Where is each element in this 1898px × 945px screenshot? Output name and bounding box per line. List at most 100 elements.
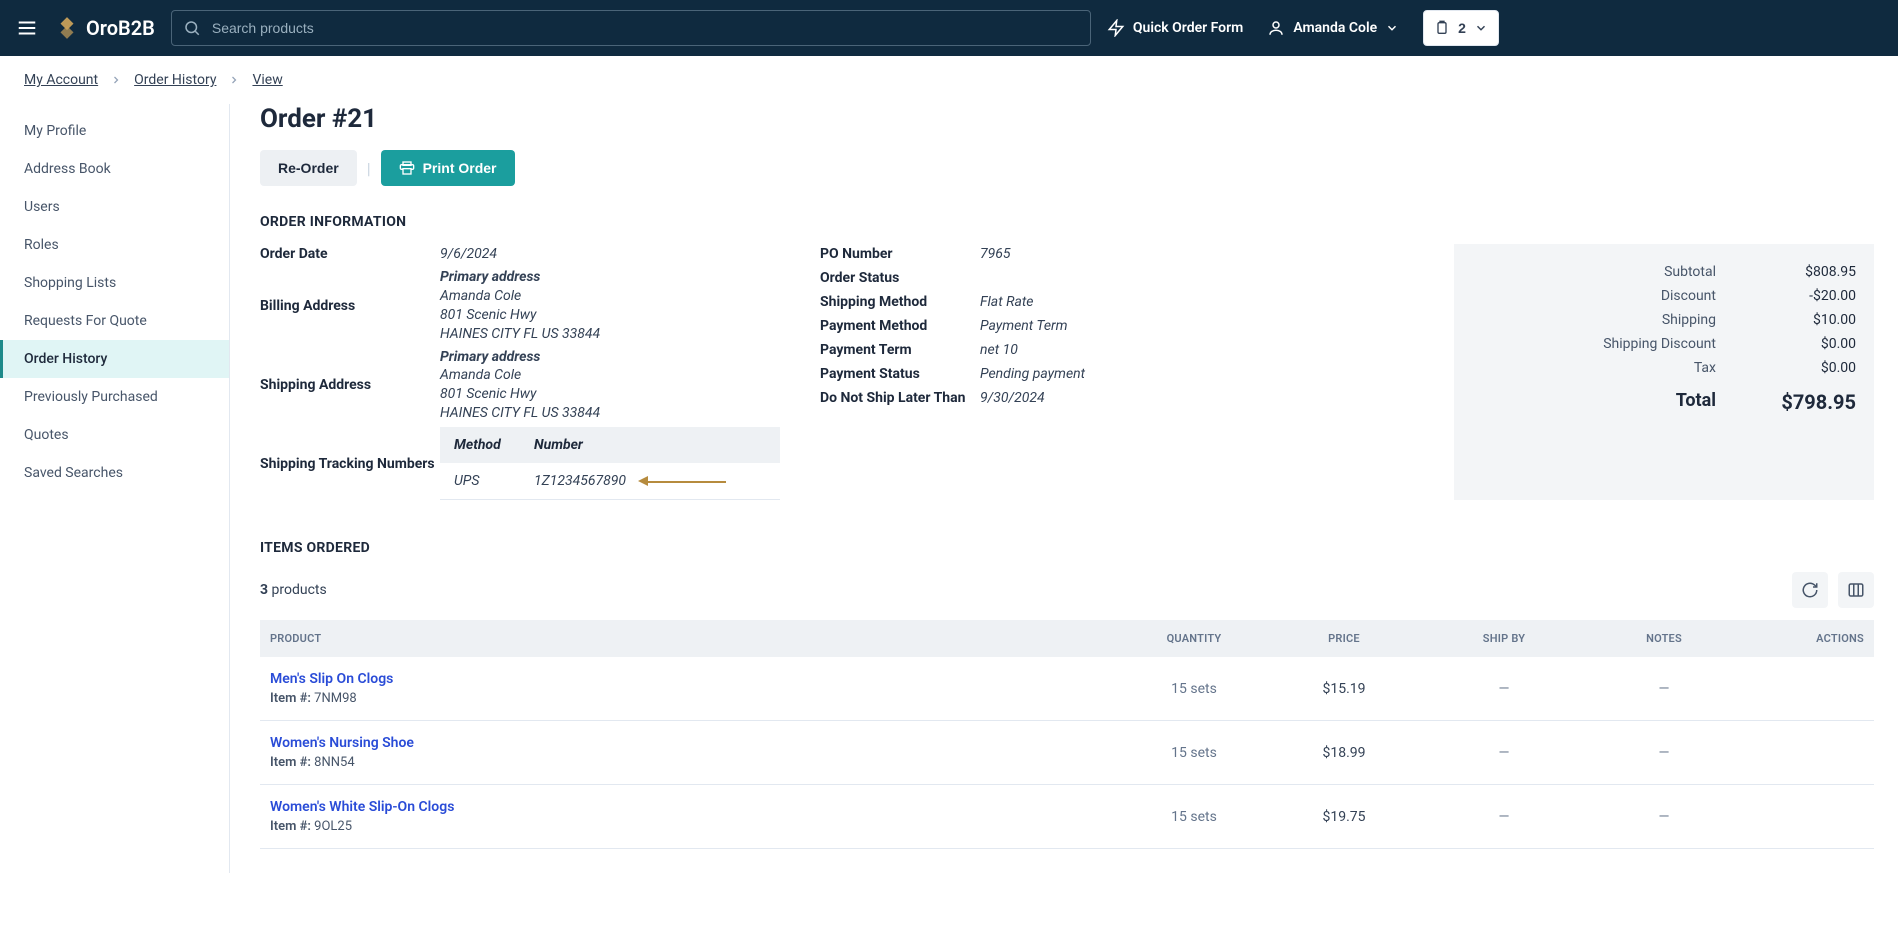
order-date-label: Order Date: [260, 244, 440, 264]
action-separator: |: [367, 159, 371, 178]
sidebar-item[interactable]: Quotes: [0, 416, 229, 454]
search-input[interactable]: [171, 10, 1091, 46]
order-status-value: [980, 268, 1085, 288]
sidebar-nav: My ProfileAddress BookUsersRolesShopping…: [0, 104, 230, 873]
th-price: PRICE: [1264, 632, 1424, 645]
app-header: OroB2B Quick Order Form Amanda Cole: [0, 0, 1898, 56]
address-line2: HAINES CITY FL US 33844: [440, 404, 780, 423]
breadcrumb-item[interactable]: Order History: [134, 72, 216, 88]
user-name: Amanda Cole: [1293, 20, 1377, 36]
th-quantity: QUANTITY: [1124, 632, 1264, 645]
items-count: 3 products: [260, 582, 327, 598]
totals-panel: Subtotal$808.95 Discount-$20.00 Shipping…: [1454, 244, 1874, 500]
sidebar-item[interactable]: Order History: [0, 340, 229, 378]
user-menu[interactable]: Amanda Cole: [1267, 19, 1399, 37]
order-date-value: 9/6/2024: [440, 244, 780, 264]
items-table: PRODUCT QUANTITY PRICE SHIP BY NOTES ACT…: [260, 620, 1874, 849]
shipping-discount-value: $0.00: [1776, 336, 1856, 352]
lightning-icon: [1107, 19, 1125, 37]
tracking-method: UPS: [454, 473, 534, 489]
tracking-number: 1Z1234567890: [534, 473, 626, 489]
address-line1: 801 Scenic Hwy: [440, 385, 780, 404]
brand-logo[interactable]: OroB2B: [54, 15, 155, 41]
payment-status-label: Payment Status: [820, 364, 980, 384]
menu-icon[interactable]: [16, 17, 38, 39]
refresh-button[interactable]: [1792, 572, 1828, 608]
columns-icon: [1847, 581, 1865, 599]
shipping-total-label: Shipping: [1472, 312, 1716, 328]
address-line2: HAINES CITY FL US 33844: [440, 325, 780, 344]
product-sku: Item #: 7NM98: [270, 691, 1124, 706]
subtotal-value: $808.95: [1776, 264, 1856, 280]
qty-cell: 15 sets: [1124, 681, 1264, 697]
print-order-button[interactable]: Print Order: [381, 150, 515, 186]
tax-label: Tax: [1472, 360, 1716, 376]
notes-cell: —: [1584, 681, 1744, 697]
shipping-method-label: Shipping Method: [820, 292, 980, 312]
quick-order-link[interactable]: Quick Order Form: [1107, 19, 1243, 37]
sidebar-item[interactable]: Previously Purchased: [0, 378, 229, 416]
order-information: Order Date 9/6/2024 Billing Address Prim…: [260, 244, 1874, 500]
chevron-right-icon: [110, 74, 122, 86]
th-notes: NOTES: [1584, 632, 1744, 645]
sidebar-item[interactable]: Roles: [0, 226, 229, 264]
payment-status-value: Pending payment: [980, 364, 1085, 384]
ship-by-cell: —: [1424, 681, 1584, 697]
columns-button[interactable]: [1838, 572, 1874, 608]
product-link[interactable]: Women's Nursing Shoe: [270, 735, 1124, 751]
qty-cell: 15 sets: [1124, 809, 1264, 825]
product-link[interactable]: Women's White Slip-On Clogs: [270, 799, 1124, 815]
sidebar-item[interactable]: Users: [0, 188, 229, 226]
cart-button[interactable]: 2: [1423, 10, 1499, 46]
table-row: Men's Slip On Clogs Item #: 7NM9815 sets$…: [260, 657, 1874, 721]
shipping-method-value: Flat Rate: [980, 292, 1085, 312]
shipping-total-value: $10.00: [1776, 312, 1856, 328]
qty-cell: 15 sets: [1124, 745, 1264, 761]
user-icon: [1267, 19, 1285, 37]
price-cell: $15.19: [1264, 681, 1424, 697]
discount-value: -$20.00: [1776, 288, 1856, 304]
sidebar-item[interactable]: Address Book: [0, 150, 229, 188]
page-actions: Re-Order | Print Order: [260, 150, 1874, 186]
brand-icon: [54, 15, 80, 41]
breadcrumb-item[interactable]: View: [252, 72, 282, 88]
payment-term-label: Payment Term: [820, 340, 980, 360]
address-name: Amanda Cole: [440, 366, 780, 385]
th-product: PRODUCT: [270, 632, 1124, 645]
shipping-address-label: Shipping Address: [260, 375, 440, 395]
address-title: Primary address: [440, 268, 780, 287]
total-value: $798.95: [1776, 390, 1856, 414]
cart-count: 2: [1458, 20, 1466, 36]
tax-value: $0.00: [1776, 360, 1856, 376]
reorder-button[interactable]: Re-Order: [260, 150, 357, 186]
sidebar-item[interactable]: Shopping Lists: [0, 264, 229, 302]
table-row: Women's Nursing Shoe Item #: 8NN5415 sets…: [260, 721, 1874, 785]
payment-method-label: Payment Method: [820, 316, 980, 336]
search-container: [171, 10, 1091, 46]
tracking-number-header: Number: [520, 427, 597, 463]
order-status-label: Order Status: [820, 268, 980, 288]
billing-address-value: Primary address Amanda Cole 801 Scenic H…: [440, 268, 780, 344]
page-title: Order #21: [260, 104, 1874, 134]
chevron-down-icon: [1474, 21, 1488, 35]
po-number-value: 7965: [980, 244, 1085, 264]
tracking-table: Method Number UPS 1Z1234567890: [440, 427, 780, 500]
payment-term-value: net 10: [980, 340, 1085, 360]
billing-address-label: Billing Address: [260, 296, 440, 316]
sidebar-item[interactable]: Saved Searches: [0, 454, 229, 492]
sidebar-item[interactable]: My Profile: [0, 112, 229, 150]
address-title: Primary address: [440, 348, 780, 367]
ship-by-cell: —: [1424, 809, 1584, 825]
notes-cell: —: [1584, 809, 1744, 825]
order-info-title: ORDER INFORMATION: [260, 214, 1874, 230]
sidebar-item[interactable]: Requests For Quote: [0, 302, 229, 340]
breadcrumb-item[interactable]: My Account: [24, 72, 98, 88]
chevron-down-icon: [1385, 21, 1399, 35]
product-sku: Item #: 8NN54: [270, 755, 1124, 770]
product-link[interactable]: Men's Slip On Clogs: [270, 671, 1124, 687]
po-number-label: PO Number: [820, 244, 980, 264]
tracking-method-header: Method: [440, 427, 520, 463]
shipping-discount-label: Shipping Discount: [1472, 336, 1716, 352]
table-row: Women's White Slip-On ClogsItem #: 9OL25…: [260, 785, 1874, 849]
shipping-address-value: Primary address Amanda Cole 801 Scenic H…: [440, 348, 780, 424]
